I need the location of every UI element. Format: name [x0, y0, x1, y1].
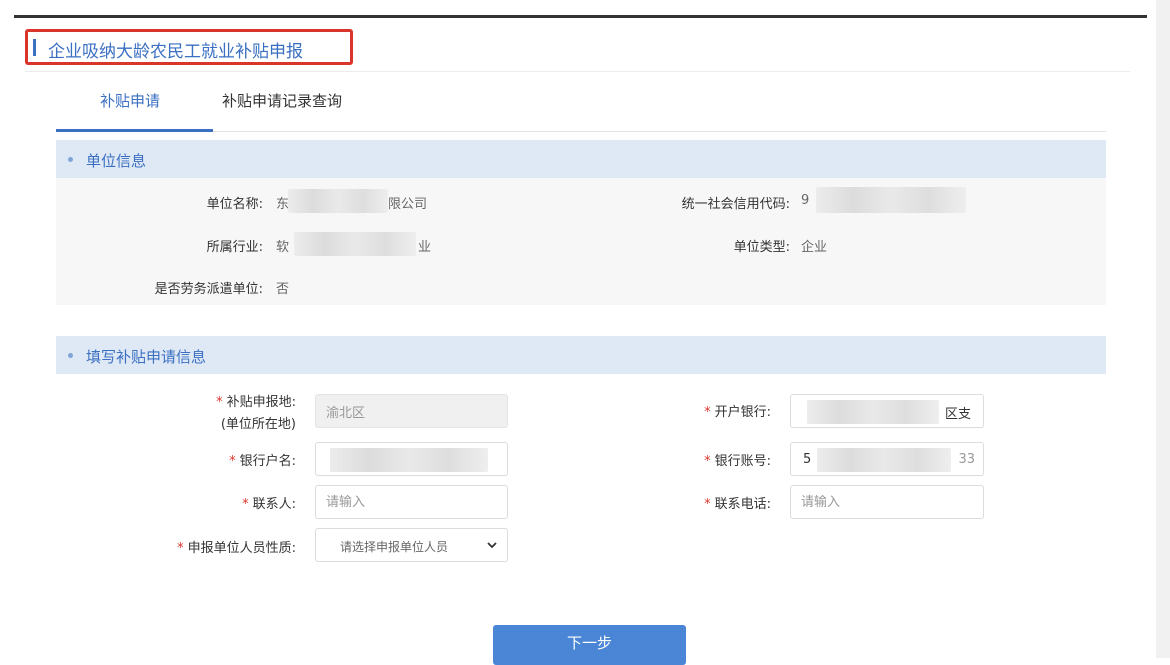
location-field[interactable] — [315, 394, 508, 428]
tab-bar: 补贴申请 补贴申请记录查询 — [56, 82, 1106, 132]
credit-code-value-start: 9 — [801, 193, 810, 208]
redacted-unit-name — [288, 189, 388, 213]
top-divider — [14, 15, 1147, 18]
account-no-label: * 银行账号: — [704, 450, 771, 469]
next-step-button[interactable]: 下一步 — [493, 625, 686, 665]
unit-type-label: 单位类型: — [733, 240, 790, 255]
personnel-select-placeholder: 请选择申报单位人员 — [340, 540, 449, 554]
account-name-label-text: 银行户名: — [239, 454, 296, 469]
section-dot-icon — [68, 353, 73, 358]
redacted-account-name — [330, 448, 488, 472]
dispatch-value: 否 — [276, 282, 290, 297]
unit-name-value-end: 限公司 — [388, 197, 428, 212]
required-mark: * — [704, 497, 711, 512]
phone-input[interactable] — [790, 485, 984, 519]
personnel-select[interactable]: 请选择申报单位人员 — [315, 528, 508, 562]
phone-label-text: 联系电话: — [714, 497, 771, 512]
phone-label: * 联系电话: — [704, 493, 771, 512]
location-label: * 补贴申报地: — [216, 391, 296, 410]
scrollbar-track[interactable] — [1156, 0, 1170, 658]
unit-info-title: 单位信息 — [86, 152, 147, 170]
apply-info-title: 填写补贴申请信息 — [86, 348, 207, 366]
industry-label: 所属行业: — [206, 240, 263, 255]
unit-name-label: 单位名称: — [206, 197, 263, 212]
industry-value-end: 业 — [418, 240, 432, 255]
apply-info-panel: 填写补贴申请信息 — [56, 336, 1106, 374]
personnel-label: * 申报单位人员性质: — [177, 537, 296, 556]
apply-form: *补贴申报地: (单位所在地) *开户银行: 区支 *银行户名: *银行账号: … — [56, 375, 1106, 595]
apply-info-header: 填写补贴申请信息 — [56, 336, 1106, 374]
redacted-account-no — [817, 448, 951, 472]
bank-label-text: 开户银行: — [714, 405, 771, 420]
credit-code-label: 统一社会信用代码: — [681, 197, 790, 212]
required-mark: * — [229, 454, 236, 469]
required-mark: * — [704, 405, 711, 420]
account-no-start: 5 — [803, 452, 812, 467]
title-accent-bar — [33, 39, 36, 56]
account-name-label: * 银行户名: — [229, 450, 296, 469]
redacted-credit-code — [816, 187, 966, 213]
contact-label-text: 联系人: — [252, 497, 296, 512]
tab-subsidy-apply[interactable]: 补贴申请 — [100, 90, 160, 111]
required-mark: * — [704, 454, 711, 469]
page-title-box: 企业吸纳大龄农民工就业补贴申报 — [25, 29, 353, 65]
dispatch-label: 是否劳务派遣单位: — [154, 282, 263, 297]
unit-info-header: 单位信息 — [56, 140, 1106, 178]
unit-info-panel: 单位信息 单位名称: 东 限公司 统一社会信用代码: 9 所属行业: 软 业 单… — [56, 140, 1106, 305]
contact-label: * 联系人: — [242, 493, 296, 512]
page-title: 企业吸纳大龄农民工就业补贴申报 — [48, 42, 303, 62]
required-mark: * — [242, 497, 249, 512]
industry-value-start: 软 — [276, 240, 290, 255]
tab-baseline — [56, 131, 1106, 132]
account-no-label-text: 银行账号: — [714, 454, 771, 469]
unit-type-value: 企业 — [801, 240, 828, 255]
bank-value-end: 区支 — [944, 407, 971, 422]
redacted-bank — [807, 400, 939, 424]
required-mark: * — [216, 395, 223, 410]
account-no-end: 33 — [958, 452, 975, 467]
redacted-industry — [294, 232, 416, 256]
bank-label: * 开户银行: — [704, 401, 771, 420]
location-sublabel: (单位所在地) — [220, 417, 296, 432]
section-dot-icon — [68, 157, 73, 162]
location-label-text: 补贴申报地: — [226, 395, 296, 410]
title-divider — [25, 71, 1130, 72]
tab-active-indicator — [56, 129, 213, 132]
required-mark: * — [177, 541, 184, 556]
bank-field[interactable]: 区支 — [790, 394, 984, 428]
chevron-down-icon — [487, 542, 497, 549]
personnel-label-text: 申报单位人员性质: — [187, 541, 296, 556]
account-name-field[interactable] — [315, 442, 508, 476]
contact-input[interactable] — [315, 485, 508, 519]
account-no-field[interactable]: 5 33 — [790, 442, 984, 476]
tab-apply-records[interactable]: 补贴申请记录查询 — [222, 90, 342, 111]
